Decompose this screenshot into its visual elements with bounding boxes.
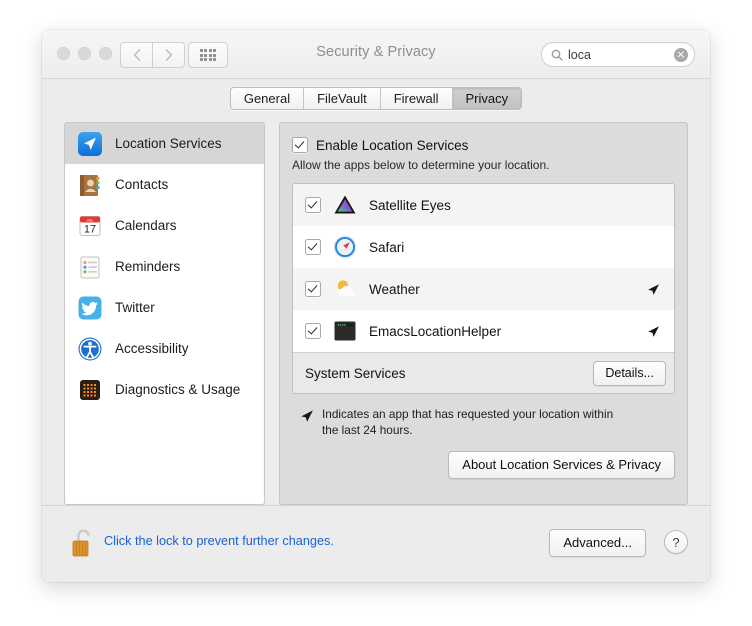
system-services-label: System Services <box>305 366 593 381</box>
app-checkbox[interactable] <box>305 323 321 339</box>
enable-location-services-label: Enable Location Services <box>316 138 468 153</box>
svg-text:17: 17 <box>84 223 96 235</box>
sidebar-item-label: Reminders <box>115 259 180 274</box>
about-row: About Location Services & Privacy <box>292 451 675 479</box>
svg-text:JUL: JUL <box>86 217 94 222</box>
window-titlebar: Security & Privacy loca <box>42 30 710 79</box>
app-name: EmacsLocationHelper <box>369 324 647 339</box>
system-services-row: System Services Details... <box>293 352 674 393</box>
sidebar-item-label: Calendars <box>115 218 177 233</box>
weather-sun-cloud-icon <box>332 276 358 302</box>
note-text: Indicates an app that has requested your… <box>322 407 632 439</box>
app-name: Safari <box>369 240 664 255</box>
content-area: Location Services <box>64 122 688 505</box>
system-preferences-window: Security & Privacy loca General FileVaul… <box>42 30 710 582</box>
contacts-book-icon <box>77 172 103 198</box>
sidebar-item-accessibility[interactable]: Accessibility <box>65 328 264 369</box>
app-checkbox[interactable] <box>305 281 321 297</box>
privacy-category-list[interactable]: Location Services <box>64 122 265 505</box>
details-button[interactable]: Details... <box>593 361 666 386</box>
enable-location-services-checkbox[interactable] <box>292 137 308 153</box>
sidebar-item-reminders[interactable]: Reminders <box>65 246 264 287</box>
lock-hint-text[interactable]: Click the lock to prevent further change… <box>104 534 334 548</box>
sidebar-item-label: Diagnostics & Usage <box>115 382 240 397</box>
sidebar-item-label: Twitter <box>115 300 155 315</box>
advanced-button[interactable]: Advanced... <box>549 529 646 557</box>
app-permission-list[interactable]: Satellite Eyes <box>292 183 675 394</box>
table-row[interactable]: Satellite Eyes <box>293 184 674 226</box>
sidebar-item-twitter[interactable]: Twitter <box>65 287 264 328</box>
reminders-list-icon <box>77 254 103 280</box>
about-location-services-privacy-button[interactable]: About Location Services & Privacy <box>448 451 675 479</box>
tab-firewall[interactable]: Firewall <box>381 88 453 109</box>
search-field[interactable]: loca <box>541 42 695 67</box>
recent-location-arrow-icon <box>647 283 660 296</box>
sidebar-item-calendars[interactable]: JUL 17 Calendars <box>65 205 264 246</box>
sidebar-item-label: Accessibility <box>115 341 189 356</box>
app-checkbox[interactable] <box>305 239 321 255</box>
sidebar-item-label: Contacts <box>115 177 168 192</box>
diagnostics-grid-icon <box>77 377 103 403</box>
terminal-icon <box>332 318 358 344</box>
app-checkbox[interactable] <box>305 197 321 213</box>
help-button[interactable]: ? <box>664 530 688 554</box>
accessibility-icon <box>77 336 103 362</box>
location-arrow-icon <box>300 409 314 423</box>
tab-filevault[interactable]: FileVault <box>304 88 381 109</box>
safari-compass-icon <box>332 234 358 260</box>
location-arrow-icon <box>77 131 103 157</box>
location-services-pane: Enable Location Services Allow the apps … <box>279 122 688 505</box>
search-input[interactable]: loca <box>568 48 674 62</box>
twitter-bird-icon <box>77 295 103 321</box>
recent-location-arrow-icon <box>647 325 660 338</box>
sidebar-item-location-services[interactable]: Location Services <box>65 123 264 164</box>
tab-general[interactable]: General <box>231 88 304 109</box>
app-name: Weather <box>369 282 647 297</box>
table-row[interactable]: EmacsLocationHelper <box>293 310 674 352</box>
recent-location-note: Indicates an app that has requested your… <box>292 407 675 439</box>
unlocked-padlock-icon[interactable] <box>70 526 96 565</box>
sidebar-item-label: Location Services <box>115 136 222 151</box>
enable-location-services-row[interactable]: Enable Location Services <box>292 137 675 153</box>
sidebar-item-diagnostics-usage[interactable]: Diagnostics & Usage <box>65 369 264 410</box>
table-row[interactable]: Safari <box>293 226 674 268</box>
table-row[interactable]: Weather <box>293 268 674 310</box>
calendar-icon: JUL 17 <box>77 213 103 239</box>
pane-description: Allow the apps below to determine your l… <box>292 158 675 172</box>
sidebar-item-contacts[interactable]: Contacts <box>65 164 264 205</box>
window-footer: Click the lock to prevent further change… <box>42 505 710 582</box>
tab-privacy[interactable]: Privacy <box>453 88 522 109</box>
satellite-eyes-icon <box>332 192 358 218</box>
search-icon <box>551 49 563 61</box>
app-name: Satellite Eyes <box>369 198 664 213</box>
tab-bar: General FileVault Firewall Privacy <box>42 79 710 117</box>
clear-icon[interactable] <box>674 48 688 62</box>
